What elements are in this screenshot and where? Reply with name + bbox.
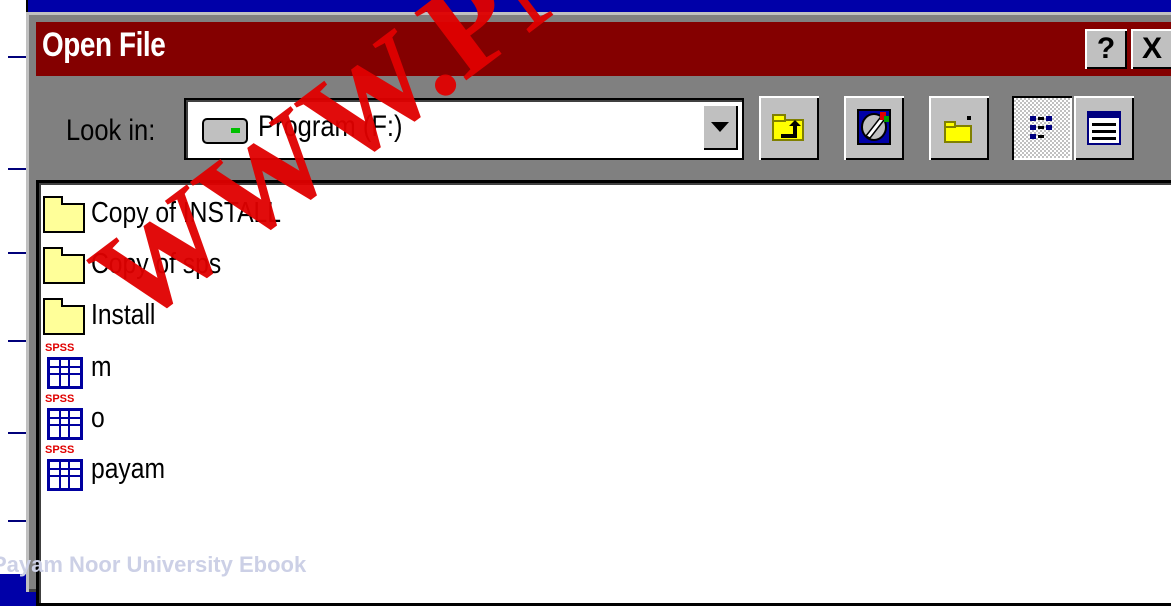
edge-tick [8, 432, 26, 434]
edge-tick [8, 168, 26, 170]
look-in-label: Look in: [66, 114, 156, 147]
create-new-folder-button[interactable] [929, 96, 989, 160]
edge-tick [8, 340, 26, 342]
footer-watermark: Payam Noor University Ebook [0, 552, 307, 577]
spss-data-file-icon: SPSS [45, 445, 85, 491]
up-one-level-icon [759, 114, 819, 164]
list-view-button[interactable] [1012, 96, 1072, 160]
up-one-level-button[interactable] [759, 96, 819, 160]
desktop-icon [844, 109, 904, 164]
spss-data-file-icon: SPSS [45, 394, 85, 440]
chevron-down-icon[interactable] [702, 104, 738, 150]
desktop-button[interactable] [844, 96, 904, 160]
help-button[interactable]: ? [1085, 29, 1127, 69]
spss-tag: SPSS [45, 444, 75, 456]
file-name: o [91, 402, 105, 434]
folder-icon [43, 247, 85, 284]
dialog-titlebar[interactable]: Open File ? X [36, 22, 1171, 76]
folder-icon [43, 298, 85, 335]
spss-data-file-icon: SPSS [45, 343, 85, 389]
details-view-icon [1074, 111, 1134, 164]
spss-tag: SPSS [45, 393, 75, 405]
list-view-icon [1012, 116, 1072, 164]
spss-tag: SPSS [45, 342, 75, 354]
details-view-button[interactable] [1074, 96, 1134, 160]
background-window-edge [0, 0, 28, 574]
edge-tick [8, 520, 26, 522]
edge-tick [8, 56, 26, 58]
file-name: m [91, 351, 112, 383]
dialog-title: Open File [42, 26, 166, 64]
create-new-folder-icon [929, 116, 989, 164]
edge-tick [8, 252, 26, 254]
file-name: payam [91, 453, 165, 485]
close-button[interactable]: X [1131, 29, 1171, 69]
